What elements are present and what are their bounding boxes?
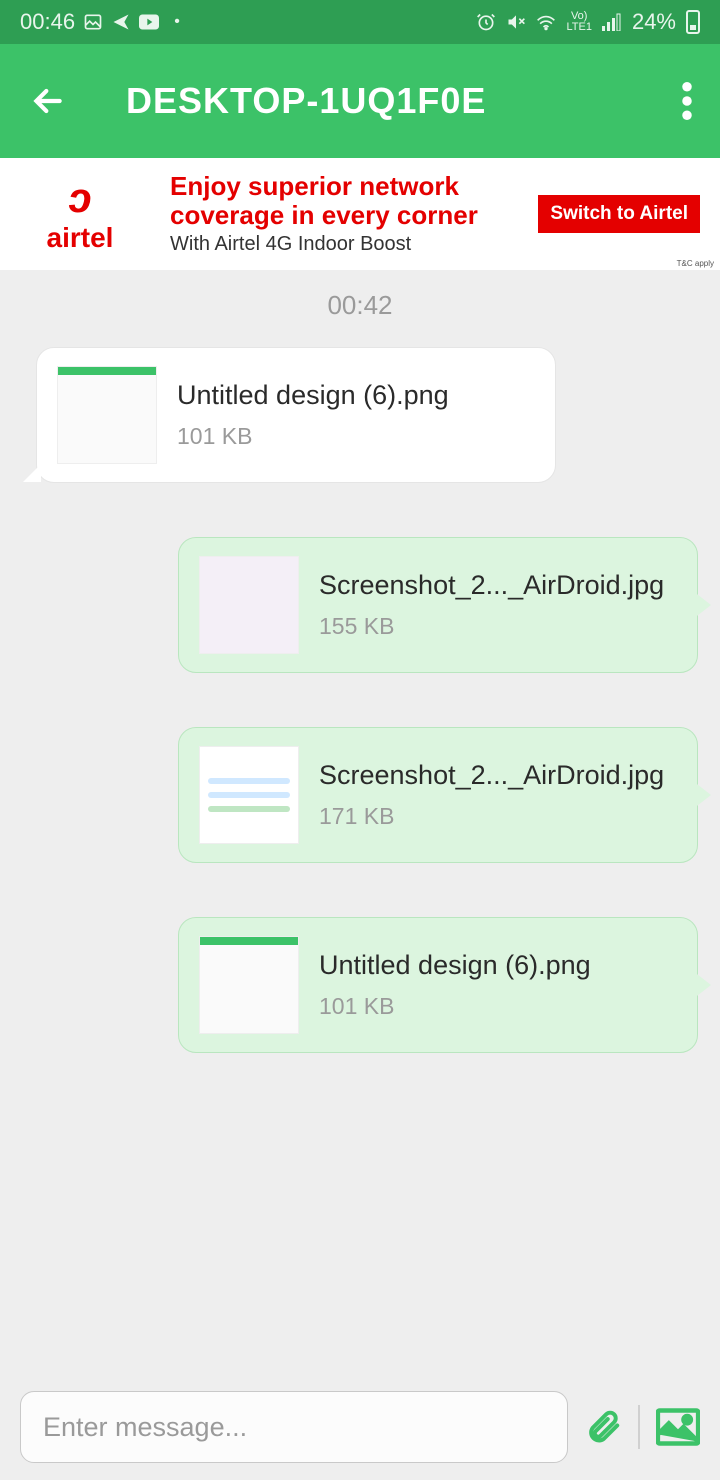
youtube-indicator-icon	[139, 12, 159, 32]
chat-timestamp: 00:42	[30, 290, 690, 321]
ad-logo: ɔ airtel	[20, 174, 140, 254]
separator	[638, 1405, 640, 1449]
file-thumbnail	[199, 936, 299, 1034]
ad-headline: Enjoy superior network coverage in every…	[170, 172, 538, 229]
network-type-icon: Vo)LTE1	[566, 11, 591, 33]
status-bar: 00:46 • Vo)LTE1 24%	[0, 0, 720, 44]
ad-banner[interactable]: ɔ airtel Enjoy superior network coverage…	[0, 158, 720, 270]
alarm-icon	[476, 12, 496, 32]
page-title: DESKTOP-1UQ1F0E	[126, 80, 486, 122]
chat-area: 00:42 Untitled design (6).png 101 KB Scr…	[0, 270, 720, 1388]
gallery-button[interactable]	[656, 1408, 700, 1446]
battery-icon	[686, 10, 700, 34]
back-button[interactable]	[28, 81, 68, 121]
image-indicator-icon	[83, 12, 103, 32]
mute-icon	[506, 12, 526, 32]
file-size: 101 KB	[319, 993, 591, 1020]
input-bar: Enter message...	[0, 1388, 720, 1480]
ad-brand-name: airtel	[47, 222, 114, 254]
battery-percent: 24%	[632, 9, 676, 35]
wifi-icon	[536, 12, 556, 32]
message-input-placeholder: Enter message...	[43, 1412, 247, 1443]
file-thumbnail	[57, 366, 157, 464]
message-bubble-outgoing[interactable]: Screenshot_2..._AirDroid.jpg 171 KB	[178, 727, 698, 863]
file-size: 155 KB	[319, 613, 664, 640]
airtel-swoosh-icon: ɔ	[68, 174, 91, 222]
message-bubble-incoming[interactable]: Untitled design (6).png 101 KB	[36, 347, 556, 483]
signal-icon	[602, 12, 622, 32]
file-thumbnail	[199, 556, 299, 654]
message-input[interactable]: Enter message...	[20, 1391, 568, 1463]
ad-subline: With Airtel 4G Indoor Boost	[170, 233, 538, 256]
file-name: Untitled design (6).png	[177, 380, 449, 411]
file-thumbnail	[199, 746, 299, 844]
file-size: 101 KB	[177, 423, 449, 450]
dot-indicator-icon: •	[167, 12, 187, 32]
ad-disclaimer: T&C apply	[677, 259, 714, 268]
app-header: DESKTOP-1UQ1F0E	[0, 44, 720, 158]
message-bubble-outgoing[interactable]: Untitled design (6).png 101 KB	[178, 917, 698, 1053]
send-indicator-icon	[111, 12, 131, 32]
file-name: Screenshot_2..._AirDroid.jpg	[319, 760, 664, 791]
status-time: 00:46	[20, 9, 75, 35]
file-name: Untitled design (6).png	[319, 950, 591, 981]
message-bubble-outgoing[interactable]: Screenshot_2..._AirDroid.jpg 155 KB	[178, 537, 698, 673]
ad-cta-button[interactable]: Switch to Airtel	[538, 195, 700, 233]
attach-button[interactable]	[584, 1406, 622, 1448]
file-size: 171 KB	[319, 803, 664, 830]
file-name: Screenshot_2..._AirDroid.jpg	[319, 570, 664, 601]
overflow-menu-button[interactable]	[682, 82, 692, 120]
